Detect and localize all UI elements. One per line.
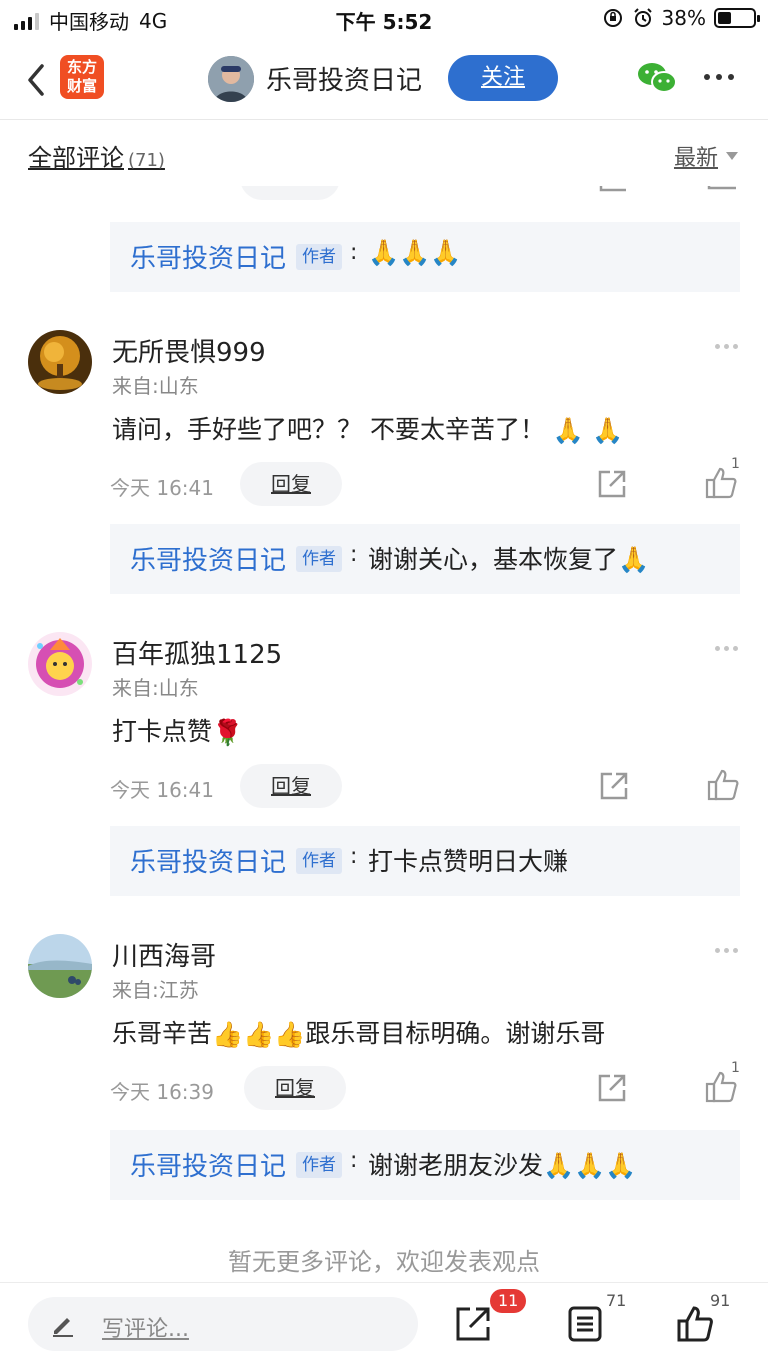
reply-text: 谢谢关心，基本恢复了🙏 xyxy=(368,545,650,574)
author-reply: 乐哥投资日记 作者 : 谢谢老朋友沙发🙏🙏🙏 xyxy=(110,1130,740,1200)
commenter-location: 来自:江苏 xyxy=(112,978,199,1002)
comment-text: 打卡点赞🌹 xyxy=(112,717,244,747)
rose-emoji: 🌹 xyxy=(212,718,244,747)
share-icon[interactable] xyxy=(454,1305,492,1343)
reply-text: 谢谢老朋友沙发🙏🙏🙏 xyxy=(368,1151,637,1180)
author-name[interactable]: 乐哥投资日记 xyxy=(130,1146,286,1183)
like-count: 1 xyxy=(731,456,740,472)
reply-button[interactable]: 回复 xyxy=(244,1066,346,1110)
more-icon[interactable] xyxy=(715,646,738,651)
comment-total: 71 xyxy=(606,1291,627,1310)
pray-emoji: 🙏 🙏 xyxy=(552,416,624,445)
comment-text: 乐哥辛苦👍👍👍跟乐哥目标明确。谢谢乐哥 xyxy=(112,1019,606,1049)
author-avatar[interactable] xyxy=(208,56,254,102)
reply-button[interactable]: 回复 xyxy=(240,462,342,506)
page-title[interactable]: 乐哥投资日记 xyxy=(266,60,422,97)
share-icon[interactable] xyxy=(596,1072,628,1104)
follow-button[interactable]: 关注 xyxy=(448,55,558,101)
comment-text: 请问，手好些了吧？？ 不要太辛苦了！ 🙏 🙏 xyxy=(112,415,624,445)
comment-count: (71) xyxy=(128,150,165,171)
pencil-icon xyxy=(53,1318,73,1337)
battery-percent: 38% xyxy=(661,6,706,30)
rotation-lock-icon xyxy=(603,9,622,27)
more-icon[interactable] xyxy=(704,74,734,80)
author-reply: 乐哥投资日记 作者 : 打卡点赞明日大赚 xyxy=(110,826,740,896)
author-badge: 作者 xyxy=(296,546,343,572)
avatar[interactable] xyxy=(28,632,92,696)
author-badge: 作者 xyxy=(296,1152,343,1178)
reply-text: 打卡点赞明日大赚 xyxy=(368,847,569,876)
author-name[interactable]: 乐哥投资日记 xyxy=(130,540,286,577)
comment-time: 今天 16:41 xyxy=(110,778,214,802)
more-icon[interactable] xyxy=(715,344,738,349)
comment-time: 今天 16:39 xyxy=(110,1080,214,1104)
commenter-name[interactable]: 百年孤独1125 xyxy=(112,634,282,671)
bottom-bar: 写评论... 11 71 91 xyxy=(0,1282,768,1366)
reply-button[interactable]: 回复 xyxy=(240,764,342,808)
share-icon[interactable] xyxy=(596,468,628,500)
wechat-icon[interactable] xyxy=(636,60,678,96)
no-more-comments-tip: 暂无更多评论，欢迎发表观点 xyxy=(228,1248,540,1276)
commenter-location: 来自:山东 xyxy=(112,676,199,700)
commenter-name[interactable]: 无所畏惧999 xyxy=(112,332,266,369)
comments-header: 全部评论 (71) 最新 xyxy=(0,122,768,186)
like-icon[interactable] xyxy=(706,768,740,802)
comments-icon[interactable] xyxy=(566,1305,604,1343)
author-badge: 作者 xyxy=(296,244,343,270)
status-bar: 中国移动 4G 下午 5:52 38% xyxy=(0,0,768,40)
thumbs-up-emoji: 👍👍👍 xyxy=(212,1020,306,1049)
share-icon[interactable] xyxy=(598,770,630,802)
author-reply: 乐哥投资日记 作者 : 谢谢关心，基本恢复了🙏 xyxy=(110,524,740,594)
commenter-name[interactable]: 川西海哥 xyxy=(112,936,216,973)
commenter-location: 来自:山东 xyxy=(112,374,199,398)
comment-time: 今天 16:41 xyxy=(110,476,214,500)
reply-emoji: 🙏🙏🙏 xyxy=(368,238,462,267)
author-badge: 作者 xyxy=(296,848,343,874)
avatar[interactable] xyxy=(28,330,92,394)
back-arrow-icon[interactable] xyxy=(22,60,52,100)
app-logo[interactable]: 东方 财富 xyxy=(60,55,104,99)
write-comment-input[interactable]: 写评论... xyxy=(28,1297,418,1351)
pray-emoji: 🙏🙏🙏 xyxy=(543,1151,637,1180)
battery-icon xyxy=(714,8,760,28)
like-total: 91 xyxy=(710,1291,731,1310)
author-reply: 乐哥投资日记 作者 : 🙏🙏🙏 xyxy=(110,222,740,292)
nav-bar: 东方 财富 乐哥投资日记 关注 xyxy=(0,40,768,120)
chevron-down-icon xyxy=(726,152,738,160)
author-name[interactable]: 乐哥投资日记 xyxy=(130,238,286,275)
avatar[interactable] xyxy=(28,934,92,998)
sort-dropdown[interactable]: 最新 xyxy=(674,140,738,172)
share-count-badge: 11 xyxy=(490,1289,527,1313)
like-count: 1 xyxy=(731,1060,740,1076)
more-icon[interactable] xyxy=(715,948,738,953)
like-icon[interactable] xyxy=(676,1305,714,1343)
author-name[interactable]: 乐哥投资日记 xyxy=(130,842,286,879)
all-comments-tab[interactable]: 全部评论 (71) xyxy=(28,138,165,173)
pray-emoji: 🙏 xyxy=(618,545,650,574)
alarm-icon xyxy=(633,8,652,27)
